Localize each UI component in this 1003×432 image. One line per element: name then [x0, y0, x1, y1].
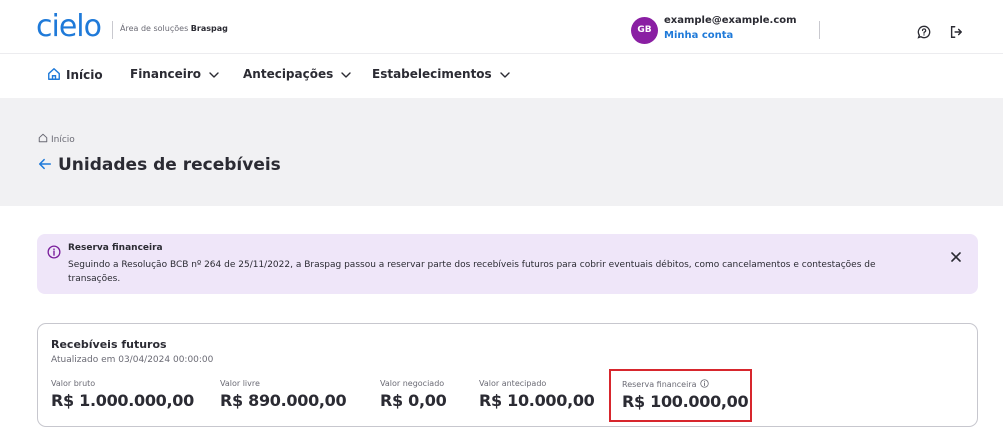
nav-label: Início: [66, 68, 103, 82]
breadcrumb-home: Início: [51, 135, 75, 145]
nav-item-inicio[interactable]: Início: [47, 67, 103, 82]
chevron-down-icon: [341, 71, 351, 78]
metric-value: R$ 10.000,00: [479, 391, 595, 410]
page-header: Início Unidades de recebíveis: [0, 98, 1003, 206]
user-email: example@example.com: [664, 15, 797, 26]
top-bar: cielo Área de soluções Braspag GB exampl…: [0, 0, 1003, 54]
chevron-down-icon: [500, 71, 510, 78]
avatar[interactable]: GB: [631, 17, 658, 44]
nav-label: Estabelecimentos: [372, 67, 492, 81]
home-icon: [38, 133, 48, 143]
alert-title: Reserva financeira: [68, 243, 163, 253]
close-icon[interactable]: [950, 251, 962, 263]
financial-reserve-alert: Reserva financeira Seguindo a Resolução …: [37, 234, 978, 294]
back-arrow-icon[interactable]: [38, 157, 52, 171]
subtitle-brand: Braspag: [190, 24, 228, 33]
updated-timestamp: Atualizado em 03/04/2024 00:00:00: [51, 355, 214, 365]
metric-label: Valor bruto: [51, 379, 96, 388]
chevron-down-icon: [209, 71, 219, 78]
nav-item-financeiro[interactable]: Financeiro: [130, 67, 219, 81]
metric-label: Valor livre: [220, 379, 260, 388]
metric-label: Valor negociado: [380, 379, 445, 388]
logo-divider: [112, 21, 113, 39]
metric-valor-negociado: Valor negociado R$ 0,00: [380, 379, 447, 410]
info-icon: [47, 245, 61, 259]
metric-label: Valor antecipado: [479, 379, 547, 388]
alert-message: Seguindo a Resolução BCB nº 264 de 25/11…: [68, 260, 876, 284]
nav-label: Financeiro: [130, 67, 202, 81]
help-chat-icon[interactable]: [917, 25, 931, 39]
page-title: Unidades de recebíveis: [58, 155, 281, 175]
solutions-area-label: Área de soluções Braspag: [120, 24, 228, 33]
card-title: Recebíveis futuros: [51, 338, 167, 351]
nav-item-estabelecimentos[interactable]: Estabelecimentos: [372, 67, 510, 81]
title-row: Unidades de recebíveis: [38, 155, 281, 175]
future-receivables-card: Recebíveis futuros Atualizado em 03/04/2…: [37, 323, 978, 427]
metric-value: R$ 890.000,00: [220, 391, 347, 410]
nav-label: Antecipações: [243, 67, 334, 81]
home-icon: [48, 68, 60, 80]
main-nav: Início Financeiro Antecipações Estabelec…: [0, 55, 1003, 98]
highlight-box: [609, 369, 752, 422]
metric-valor-antecipado: Valor antecipado R$ 10.000,00: [479, 379, 595, 410]
nav-item-antecipacoes[interactable]: Antecipações: [243, 67, 351, 81]
cielo-logo[interactable]: cielo: [36, 12, 102, 44]
my-account-link[interactable]: Minha conta: [664, 30, 733, 41]
logout-icon[interactable]: [949, 25, 963, 39]
subtitle-prefix: Área de soluções: [120, 24, 189, 33]
metric-value: R$ 1.000.000,00: [51, 391, 194, 410]
metric-value: R$ 0,00: [380, 391, 447, 410]
metric-valor-livre: Valor livre R$ 890.000,00: [220, 379, 347, 410]
user-divider: [819, 21, 820, 39]
metric-valor-bruto: Valor bruto R$ 1.000.000,00: [51, 379, 194, 410]
breadcrumb[interactable]: Início: [38, 133, 75, 145]
